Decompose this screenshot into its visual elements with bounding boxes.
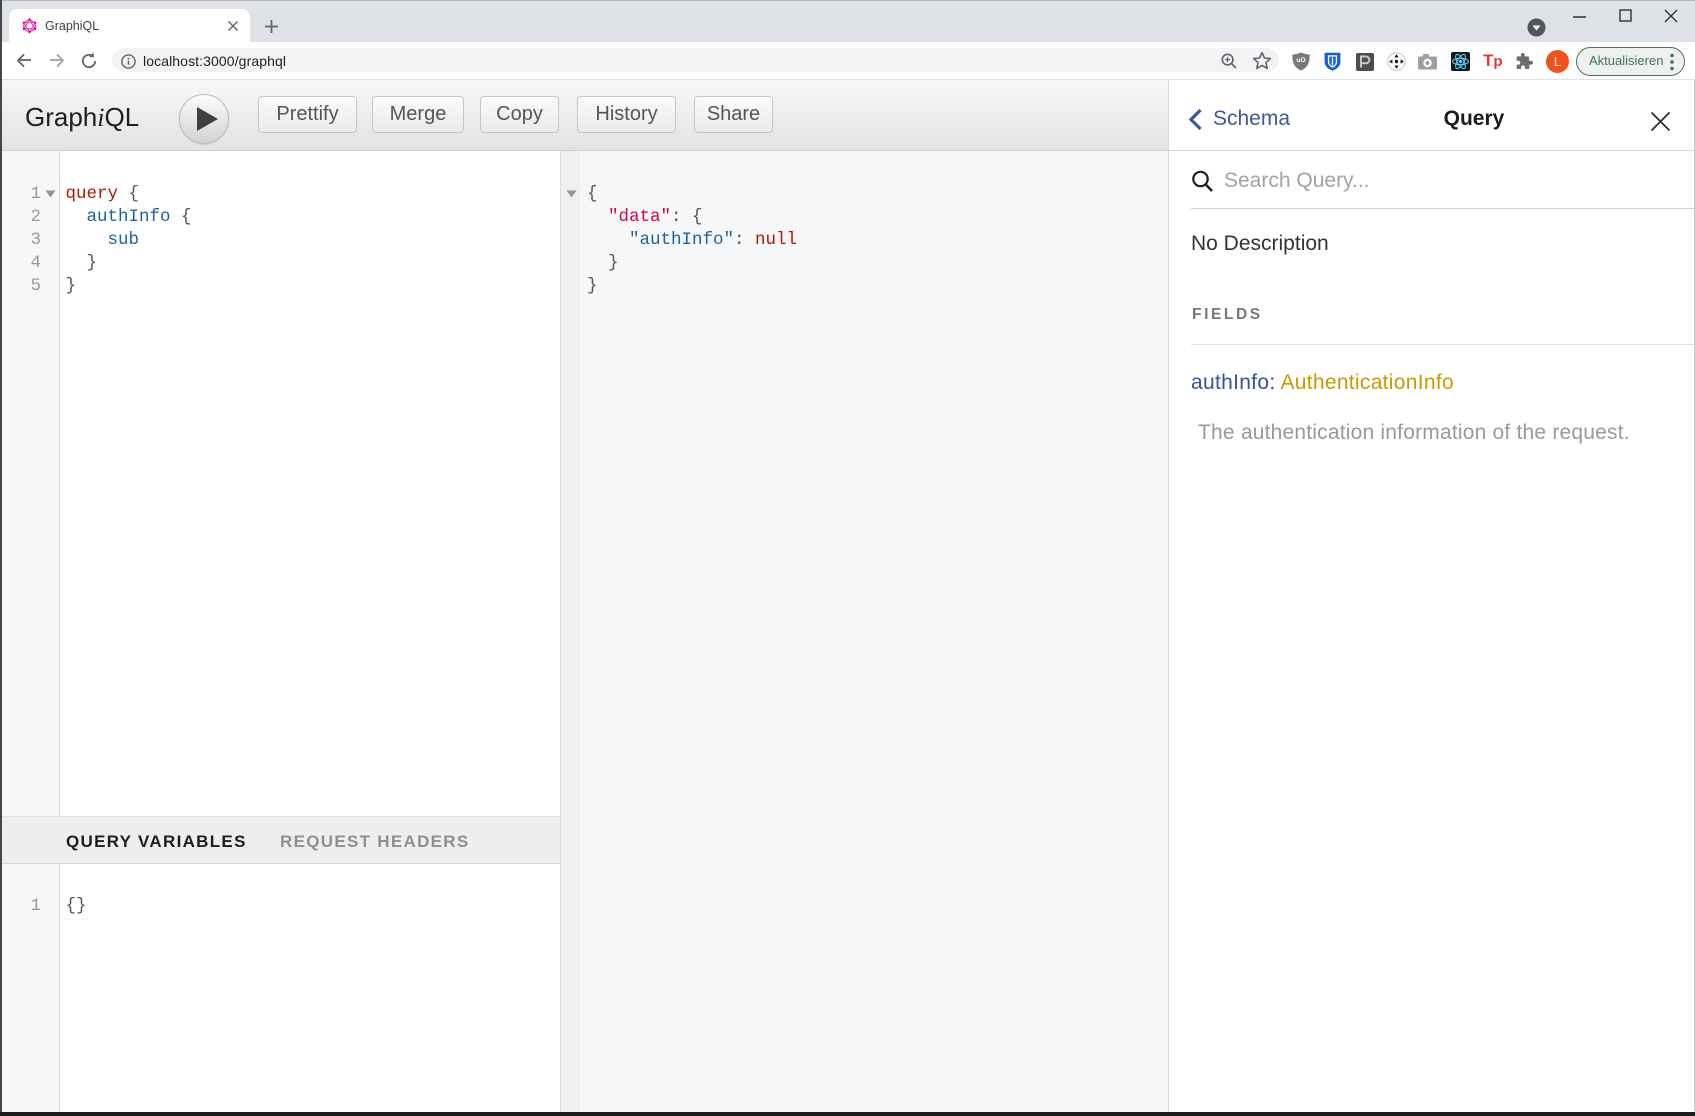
- svg-text:uO: uO: [1296, 57, 1305, 64]
